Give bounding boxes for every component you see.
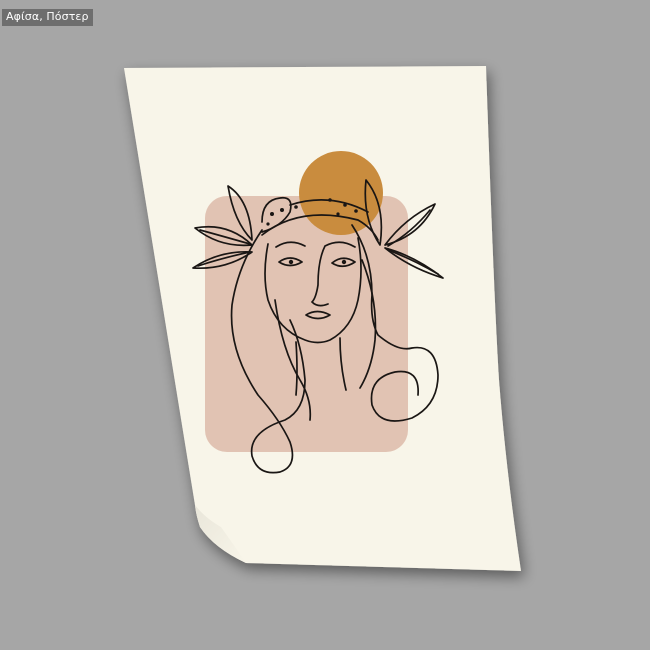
sun-circle — [299, 151, 383, 235]
right-pupil — [341, 259, 347, 265]
product-type-tag: Αφίσα, Πόστερ — [2, 9, 93, 26]
left-pupil — [288, 259, 294, 265]
product-image-stage: Αφίσα, Πόστερ — [0, 0, 650, 650]
poster-illustration — [124, 66, 521, 571]
neck-left — [295, 341, 298, 396]
